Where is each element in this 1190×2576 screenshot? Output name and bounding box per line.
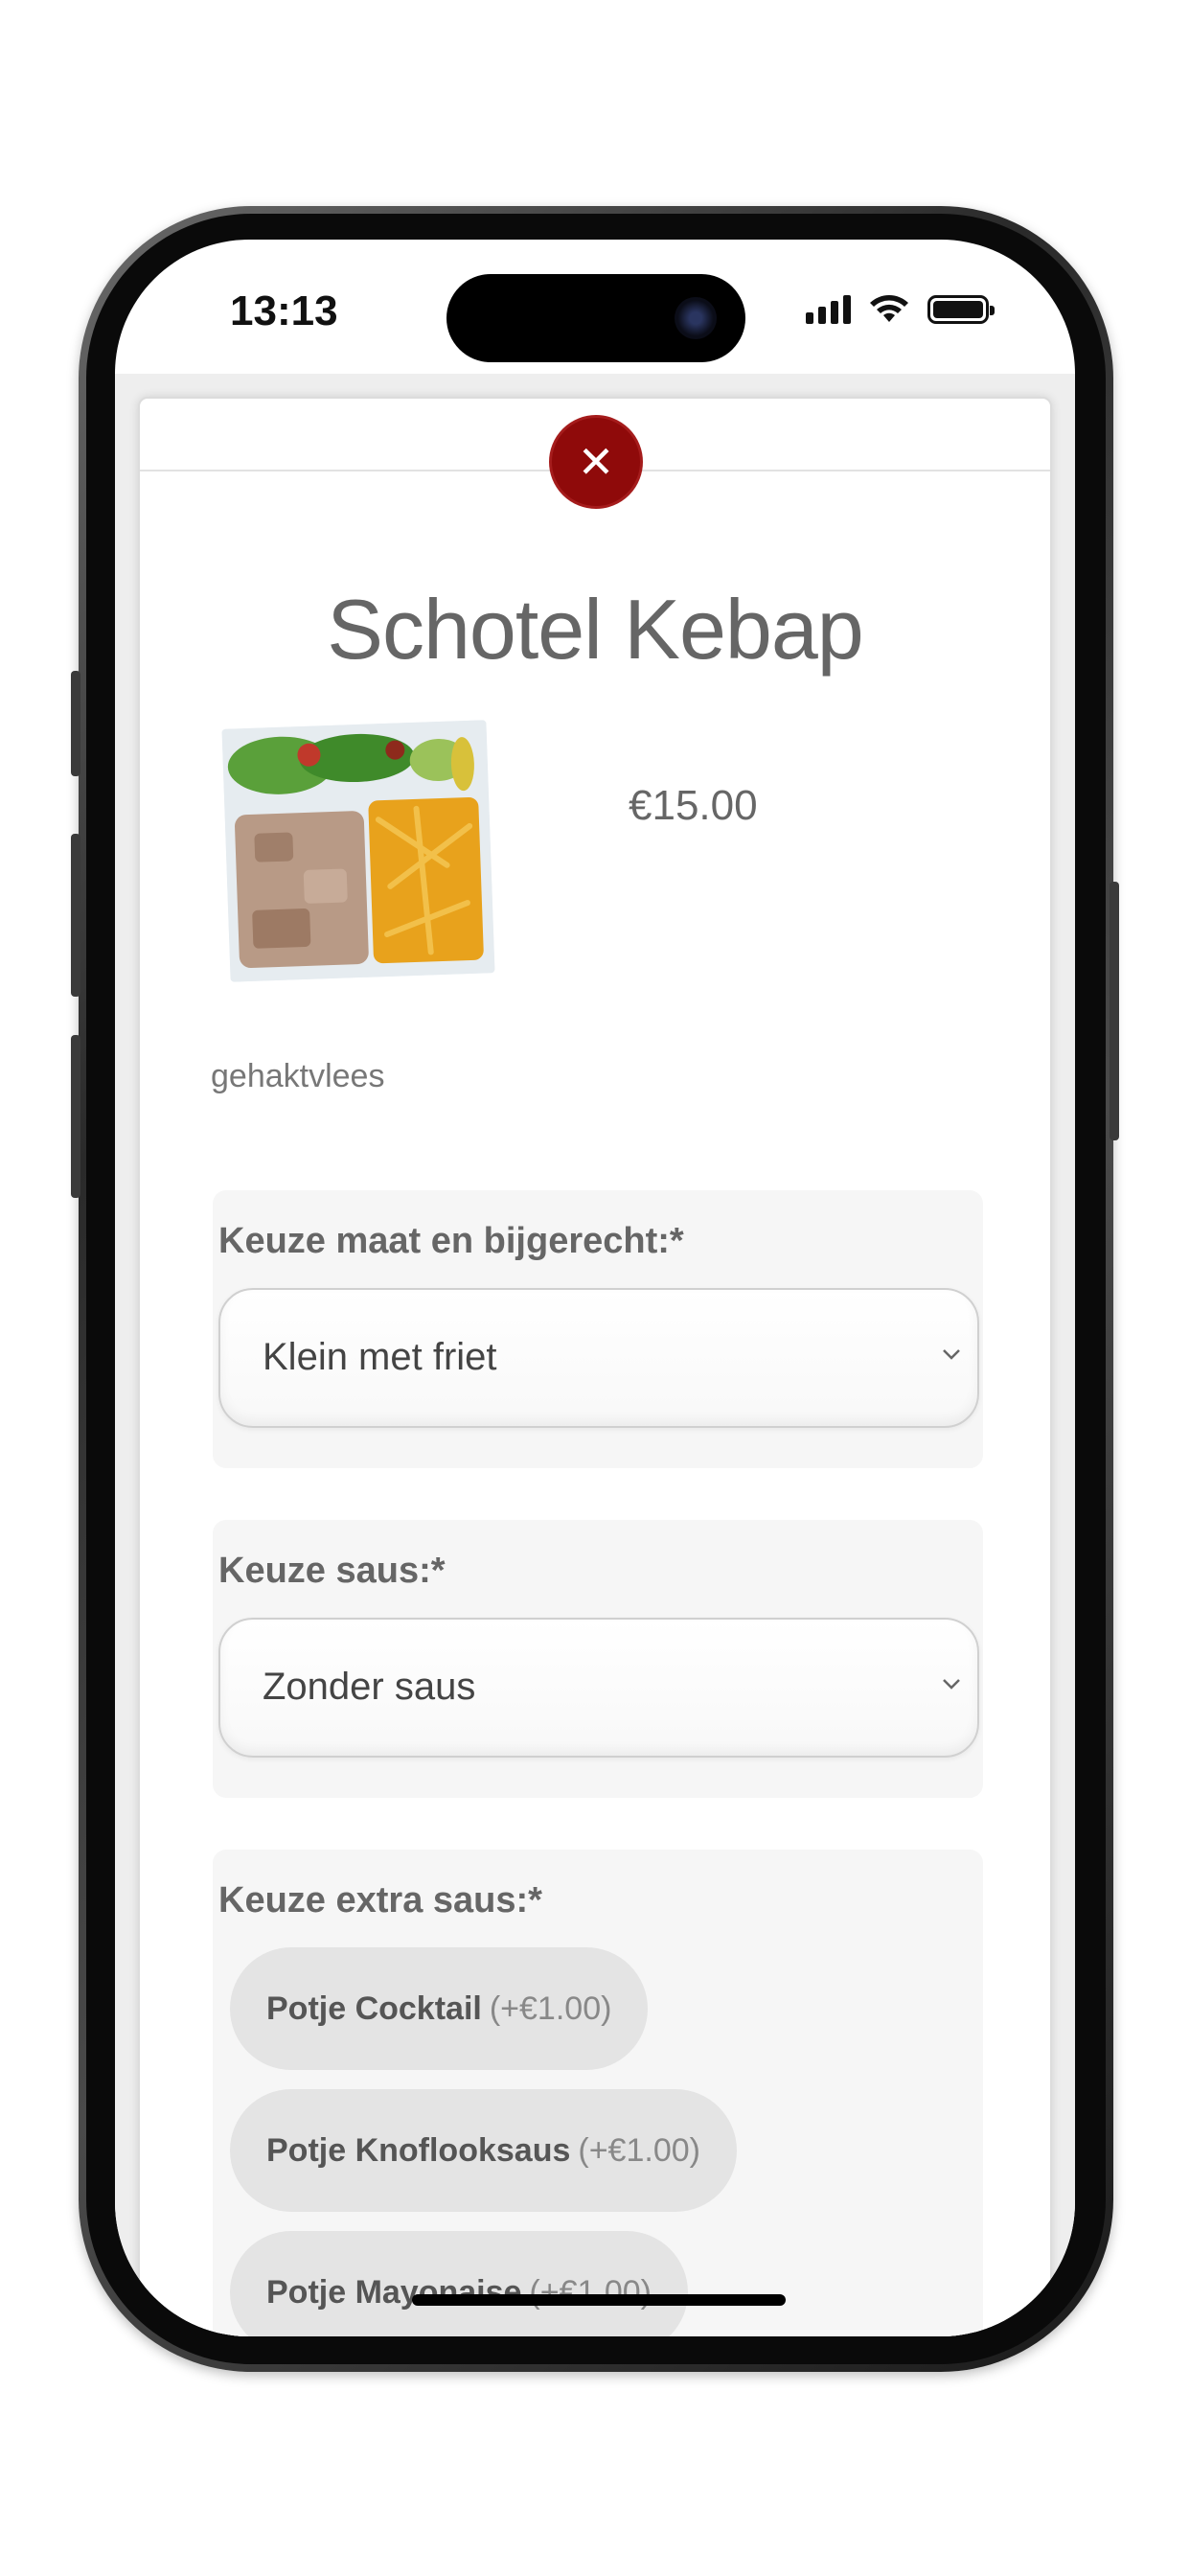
size-option-block: Keuze maat en bijgerecht:* Klein met fri… (213, 1190, 983, 1468)
chevron-down-icon (943, 1349, 960, 1360)
product-title: Schotel Kebap (327, 582, 863, 677)
front-camera-icon (675, 297, 717, 339)
extra-sauce-option-block: Keuze extra saus:* Potje Cocktail (+€1.0… (213, 1850, 983, 2336)
extra-sauce-price: (+€1.00) (489, 1990, 612, 2027)
product-image (221, 720, 495, 982)
volume-down-button (71, 1035, 80, 1198)
extra-sauce-pill[interactable]: Potje Knoflooksaus (+€1.00) (230, 2089, 737, 2212)
action-button (71, 671, 80, 776)
sauce-option-block: Keuze saus:* Zonder saus (213, 1520, 983, 1798)
battery-icon (927, 295, 995, 324)
phone-screen: 13:13 ✕ Schotel Kebap €15.00 gehaktvlees… (115, 240, 1075, 2336)
status-icons (806, 295, 995, 324)
extra-sauce-price: (+€1.00) (578, 2131, 700, 2169)
home-indicator[interactable] (412, 2294, 786, 2306)
product-description: gehaktvlees (211, 1058, 385, 1094)
size-select[interactable]: Klein met friet (218, 1288, 979, 1428)
extra-sauce-pill[interactable]: Potje Mayonaise (+€1.00) (230, 2231, 689, 2336)
extra-sauce-name: Potje Knoflooksaus (266, 2131, 571, 2169)
volume-up-button (71, 834, 80, 997)
status-bar: 13:13 (115, 240, 1075, 383)
cellular-signal-icon (806, 295, 851, 324)
dynamic-island (446, 274, 745, 362)
chevron-down-icon (943, 1679, 960, 1690)
size-select-value: Klein met friet (263, 1336, 497, 1378)
power-button (1110, 882, 1119, 1140)
close-icon: ✕ (577, 437, 615, 487)
wifi-icon (870, 295, 908, 322)
size-option-label: Keuze maat en bijgerecht:* (218, 1221, 684, 1261)
extra-sauce-option-label: Keuze extra saus:* (218, 1880, 542, 1920)
extra-sauce-name: Potje Cocktail (266, 1990, 482, 2027)
product-price: €15.00 (629, 782, 758, 829)
sauce-select[interactable]: Zonder saus (218, 1618, 979, 1758)
extra-sauce-pill[interactable]: Potje Cocktail (+€1.00) (230, 1947, 649, 2070)
sauce-select-value: Zonder saus (263, 1666, 476, 1708)
product-modal: ✕ Schotel Kebap €15.00 gehaktvlees Keuze… (138, 397, 1052, 2336)
status-time: 13:13 (230, 288, 338, 334)
sauce-option-label: Keuze saus:* (218, 1551, 446, 1591)
kebab-plate-image (221, 720, 495, 982)
close-button[interactable]: ✕ (549, 415, 643, 509)
